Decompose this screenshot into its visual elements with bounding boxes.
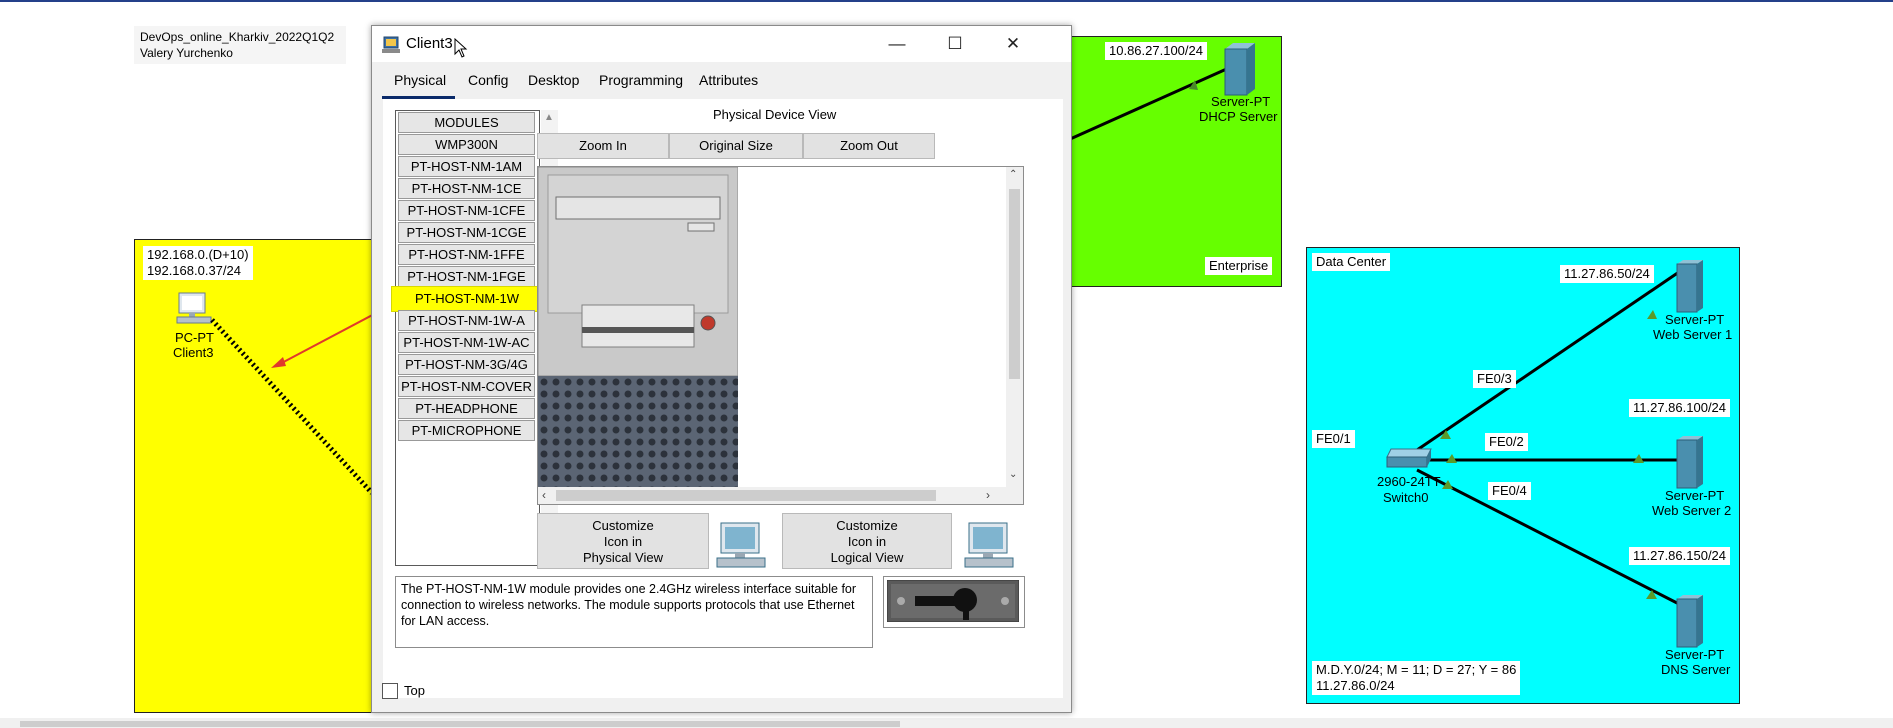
client3-window[interactable]: Client3 — ☐ ✕ Physical Config Desktop Pr… bbox=[371, 25, 1072, 713]
workspace-scrollbar-thumb[interactable] bbox=[20, 721, 900, 727]
web1-type-label: Server-PT bbox=[1665, 312, 1725, 327]
module-item-selected[interactable]: PT-HOST-NM-1W bbox=[391, 286, 543, 312]
customize-logical-line-2: Icon in bbox=[847, 534, 887, 549]
tab-desktop[interactable]: Desktop bbox=[528, 72, 579, 88]
physical-device-viewport[interactable]: ⌃ ⌄ ‹ › bbox=[537, 166, 1024, 505]
web1-name-label: Web Server 1 bbox=[1653, 327, 1733, 342]
customize-logical-icon-button[interactable]: Customize Icon in Logical View bbox=[782, 513, 952, 569]
module-item[interactable]: PT-HEADPHONE bbox=[398, 398, 535, 419]
pc-physical-icon bbox=[716, 522, 766, 568]
dhcp-server-icon[interactable] bbox=[1221, 41, 1257, 97]
customize-physical-line-2: Icon in bbox=[603, 534, 643, 549]
subnet-formula: M.D.Y.0/24; M = 11; D = 27; Y = 86 bbox=[1316, 662, 1517, 677]
module-item[interactable]: PT-HOST-NM-1CE bbox=[398, 178, 535, 199]
top-checkbox[interactable] bbox=[382, 683, 398, 699]
customize-physical-icon-button[interactable]: Customize Icon in Physical View bbox=[537, 513, 709, 569]
workspace-scrollbar-track[interactable] bbox=[0, 718, 1893, 728]
dhcp-ip-label: 10.86.27.100/24 bbox=[1105, 42, 1207, 60]
module-item[interactable]: PT-HOST-NM-1FFE bbox=[398, 244, 535, 265]
original-size-button[interactable]: Original Size bbox=[669, 133, 803, 159]
minimize-button[interactable]: — bbox=[868, 26, 926, 62]
window-title: Client3 bbox=[406, 35, 453, 52]
physical-view-title: Physical Device View bbox=[713, 107, 837, 122]
web2-name-label: Web Server 2 bbox=[1652, 503, 1732, 518]
switch-name-label: Switch0 bbox=[1383, 490, 1429, 505]
module-item[interactable]: PT-HOST-NM-1W-A bbox=[398, 310, 535, 331]
web-server-1-icon[interactable] bbox=[1673, 258, 1705, 314]
tab-physical[interactable]: Physical bbox=[394, 72, 446, 88]
module-item[interactable]: PT-HOST-NM-1FGE bbox=[398, 266, 535, 287]
module-description: The PT-HOST-NM-1W module provides one 2.… bbox=[395, 576, 873, 648]
module-item[interactable]: PT-HOST-NM-1AM bbox=[398, 156, 535, 177]
subnet-value: 11.27.86.0/24 bbox=[1316, 678, 1395, 693]
module-item[interactable]: PT-HOST-NM-COVER bbox=[398, 376, 535, 397]
module-item[interactable]: PT-HOST-NM-1CGE bbox=[398, 222, 535, 243]
dns-name-label: DNS Server bbox=[1661, 662, 1731, 677]
dhcp-type-label: Server-PT bbox=[1211, 94, 1271, 109]
module-image bbox=[883, 576, 1025, 628]
viewport-hscroll-left-icon[interactable]: ‹ bbox=[542, 488, 546, 502]
module-item[interactable]: PT-HOST-NM-1W-AC bbox=[398, 332, 535, 353]
physical-panel: MODULES WMP300N PT-HOST-NM-1AM PT-HOST-N… bbox=[383, 99, 1063, 698]
switch-icon[interactable] bbox=[1383, 447, 1435, 469]
customize-logical-line-3: Logical View bbox=[830, 550, 904, 565]
module-item[interactable]: PT-HOST-NM-1CFE bbox=[398, 200, 535, 221]
dns-ip-label: 11.27.86.150/24 bbox=[1629, 547, 1731, 565]
viewport-vscroll-up-icon[interactable]: ⌃ bbox=[1009, 169, 1017, 180]
port-fe02-label: FE0/2 bbox=[1485, 433, 1528, 451]
pc-app-icon bbox=[382, 36, 400, 53]
viewport-hscroll[interactable]: ‹ › bbox=[538, 487, 1023, 504]
viewport-hscroll-right-icon[interactable]: › bbox=[986, 488, 990, 502]
viewport-vscroll-thumb[interactable] bbox=[1009, 189, 1020, 379]
zoom-out-button[interactable]: Zoom Out bbox=[803, 133, 935, 159]
tab-config[interactable]: Config bbox=[468, 72, 508, 88]
cursor-icon bbox=[454, 38, 468, 58]
subnet-note: M.D.Y.0/24; M = 11; D = 27; Y = 86 11.27… bbox=[1312, 661, 1521, 695]
tab-bar: Physical Config Desktop Programming Attr… bbox=[372, 62, 1071, 92]
switch-model-label: 2960-24TT bbox=[1377, 474, 1441, 489]
tab-attributes[interactable]: Attributes bbox=[699, 72, 758, 88]
web2-ip-label: 11.27.86.100/24 bbox=[1629, 399, 1731, 417]
pc-logical-icon bbox=[964, 522, 1014, 568]
web1-ip-label: 11.27.86.50/24 bbox=[1560, 265, 1654, 283]
window-titlebar[interactable]: Client3 — ☐ ✕ bbox=[372, 26, 1071, 62]
datacenter-label: Data Center bbox=[1312, 253, 1391, 271]
zoom-in-button[interactable]: Zoom In bbox=[537, 133, 669, 159]
viewport-hscroll-thumb[interactable] bbox=[556, 490, 936, 501]
customize-physical-line-1: Customize bbox=[592, 518, 654, 533]
scroll-up-icon[interactable]: ▲ bbox=[544, 112, 554, 123]
port-fe04-label: FE0/4 bbox=[1488, 482, 1531, 500]
web2-type-label: Server-PT bbox=[1665, 488, 1725, 503]
customize-physical-line-3: Physical View bbox=[583, 550, 663, 565]
enterprise-label: Enterprise bbox=[1205, 257, 1273, 275]
dns-server-icon[interactable] bbox=[1673, 593, 1705, 649]
module-item[interactable]: PT-HOST-NM-3G/4G bbox=[398, 354, 535, 375]
dns-type-label: Server-PT bbox=[1665, 647, 1725, 662]
dhcp-name-label: DHCP Server bbox=[1199, 109, 1278, 124]
customize-logical-line-1: Customize bbox=[836, 518, 898, 533]
port-fe03-label: FE0/3 bbox=[1473, 370, 1516, 388]
annotation-arrow-head bbox=[271, 357, 286, 368]
viewport-vscroll-down-icon[interactable]: ⌄ bbox=[1009, 469, 1017, 480]
port-fe01-label: FE0/1 bbox=[1312, 430, 1355, 448]
maximize-button[interactable]: ☐ bbox=[926, 26, 984, 62]
module-header: MODULES bbox=[398, 112, 535, 133]
top-checkbox-label: Top bbox=[404, 683, 425, 698]
wireless-module-image bbox=[887, 580, 1019, 622]
module-list[interactable]: MODULES WMP300N PT-HOST-NM-1AM PT-HOST-N… bbox=[391, 110, 543, 566]
cyan-zone[interactable]: Data Center FE0/1 FE0/3 FE0/2 FE0/4 2960… bbox=[1306, 247, 1740, 704]
close-button[interactable]: ✕ bbox=[984, 26, 1042, 62]
web-server-2-icon[interactable] bbox=[1673, 434, 1705, 490]
module-item[interactable]: PT-MICROPHONE bbox=[398, 420, 535, 441]
tab-programming[interactable]: Programming bbox=[599, 72, 683, 88]
module-item[interactable]: WMP300N bbox=[398, 134, 535, 155]
pc-tower-vent bbox=[538, 376, 738, 487]
wireless-link bbox=[210, 318, 374, 495]
viewport-vscroll[interactable]: ⌃ ⌄ bbox=[1006, 167, 1023, 487]
